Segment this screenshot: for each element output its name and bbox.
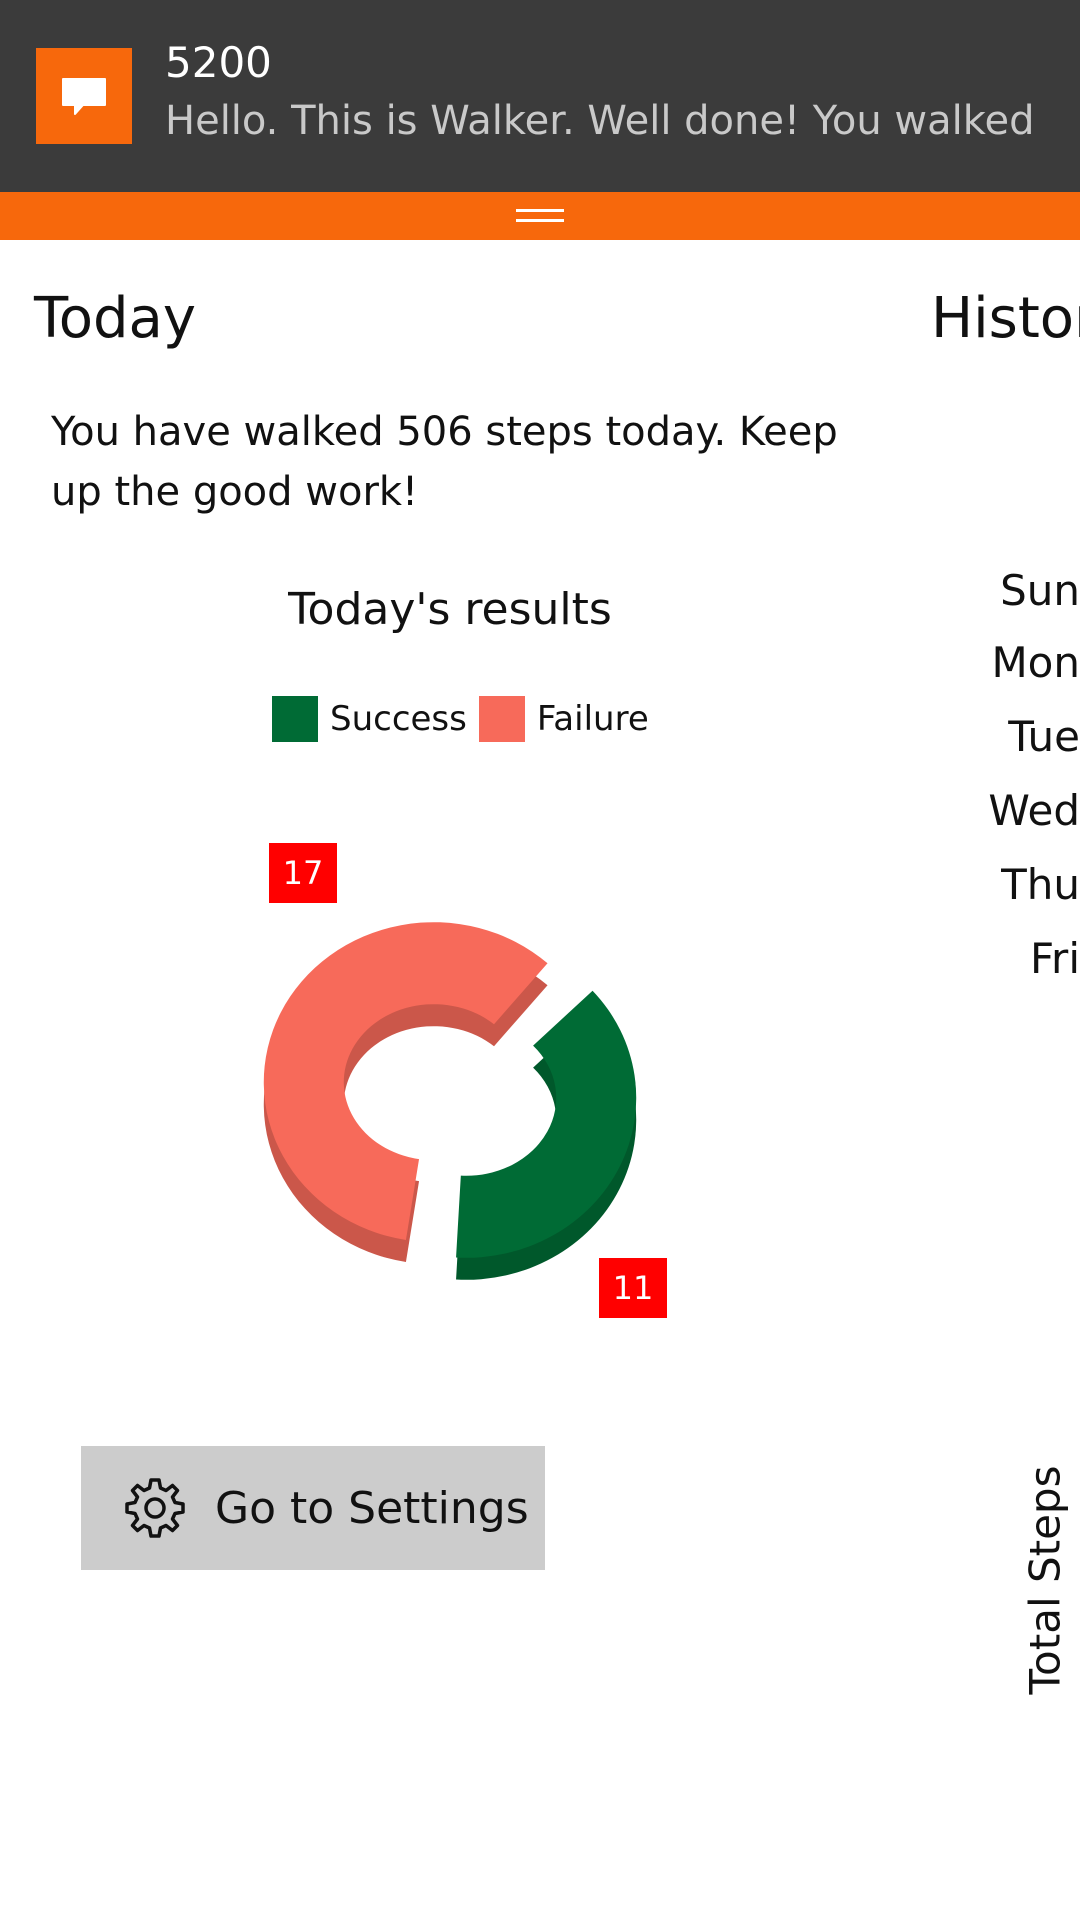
legend-swatch-success xyxy=(272,696,318,742)
today-summary: You have walked 506 steps today. Keep up… xyxy=(51,409,838,515)
gear-icon xyxy=(125,1478,185,1538)
day-label-sun: Sun xyxy=(1000,566,1080,615)
day-label-mon: Mon xyxy=(991,638,1080,687)
data-label-success: 11 xyxy=(599,1258,667,1318)
chart-legend: Success Failure xyxy=(272,696,661,742)
app-viewport: 5200 Hello. This is Walker. Well done! Y… xyxy=(0,0,1080,1920)
day-label-wed: Wed xyxy=(988,786,1080,835)
toast-message: Hello. This is Walker. Well done! You wa… xyxy=(165,98,1035,144)
legend-label-failure: Failure xyxy=(536,699,649,739)
toast-title: 5200 xyxy=(165,38,272,87)
day-label-fri: Fri xyxy=(1029,934,1080,983)
legend-label-success: Success xyxy=(330,699,467,739)
toast-notification[interactable]: 5200 Hello. This is Walker. Well done! Y… xyxy=(0,0,1080,192)
go-to-settings-button[interactable]: Go to Settings xyxy=(81,1446,545,1570)
drag-handle-bar[interactable] xyxy=(0,192,1080,240)
data-label-failure: 17 xyxy=(269,843,337,903)
handle-line xyxy=(516,219,564,222)
message-icon xyxy=(36,48,132,144)
chart-title: Today's results xyxy=(288,584,612,635)
legend-swatch-failure xyxy=(478,696,525,742)
day-label-tue: Tue xyxy=(1008,712,1080,761)
settings-button-label: Go to Settings xyxy=(215,1482,529,1534)
donut-chart xyxy=(263,922,637,1280)
day-label-thu: Thu xyxy=(1001,860,1080,909)
history-title: Histor xyxy=(931,286,1080,351)
history-yaxis-label: Total Steps xyxy=(1020,1465,1070,1695)
today-title: Today xyxy=(34,286,196,351)
handle-line xyxy=(516,209,564,212)
